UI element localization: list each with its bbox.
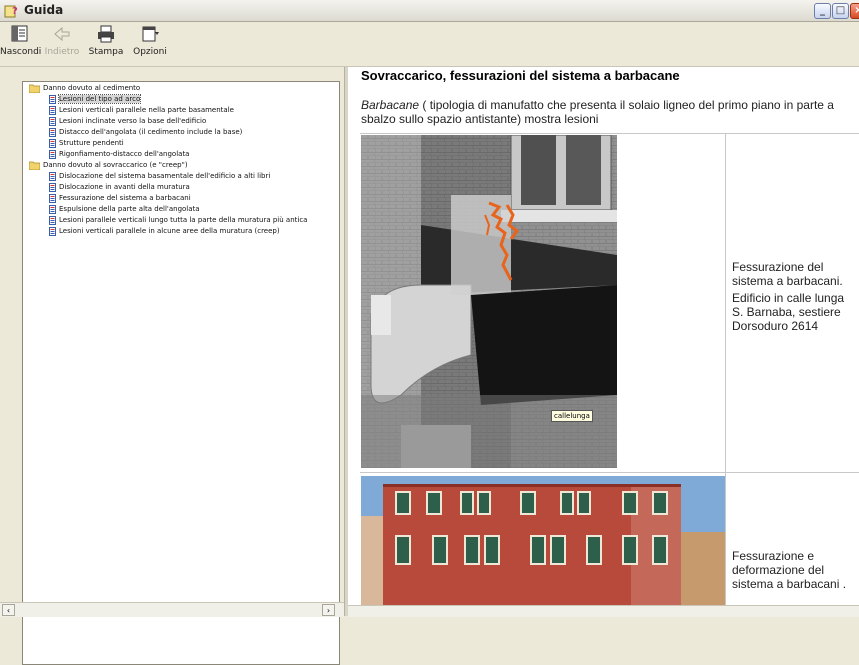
topic-heading: Sovraccarico, fessurazioni del sistema a… bbox=[361, 68, 680, 83]
facade-photo bbox=[361, 476, 725, 616]
tree-item[interactable]: Fessurazione del sistema a barbacani bbox=[49, 194, 191, 205]
topic-description: Barbacane ( tipologia di manufatto che p… bbox=[361, 98, 856, 126]
tree-item-label: Distacco dell'angolata (il cedimento inc… bbox=[59, 128, 243, 136]
tree-item[interactable]: Distacco dell'angolata (il cedimento inc… bbox=[49, 128, 242, 139]
title-bar: ? Guida _ □ × bbox=[0, 0, 859, 22]
topic-content: Sovraccarico, fessurazioni del sistema a… bbox=[348, 67, 859, 616]
topic-page-icon bbox=[49, 117, 56, 128]
scroll-right-icon[interactable]: › bbox=[322, 604, 335, 616]
tree-item-label: Rigonfiamento-distacco dell'angolata bbox=[59, 150, 190, 158]
back-arrow-icon bbox=[54, 26, 70, 42]
tree-folder[interactable]: Danno dovuto al cedimento bbox=[28, 84, 141, 95]
tree-item[interactable]: Lesioni verticali parallele in alcune ar… bbox=[49, 227, 280, 238]
tree-item[interactable]: Espulsione della parte alta dell'angolat… bbox=[49, 205, 200, 216]
content-horizontal-scrollbar[interactable] bbox=[348, 605, 859, 617]
topic-page-icon bbox=[49, 205, 56, 216]
help-app-icon: ? bbox=[4, 5, 18, 18]
tree-item-label: Dislocazione del sistema basamentale del… bbox=[59, 172, 271, 180]
options-icon bbox=[142, 26, 159, 42]
tree-item[interactable]: Lesioni verticali parallele nella parte … bbox=[49, 106, 234, 117]
tree-item-label: Lesioni parallele verticali lungo tutta … bbox=[59, 216, 308, 224]
description-term: Barbacane bbox=[361, 98, 420, 112]
folder-open-icon bbox=[28, 161, 41, 172]
description-text: ( tipologia di manufatto che presenta il… bbox=[361, 98, 834, 126]
printer-icon bbox=[98, 25, 114, 43]
tree-folder[interactable]: Danno dovuto al sovraccarico (e "creep") bbox=[28, 161, 188, 172]
hide-label: Nascondi bbox=[0, 47, 42, 57]
location-tag: callelunga bbox=[551, 410, 593, 422]
hide-button[interactable]: Nascondi bbox=[0, 24, 42, 57]
table-border bbox=[725, 133, 726, 616]
folder-open-icon bbox=[28, 84, 41, 95]
topic-page-icon bbox=[49, 216, 56, 227]
navigation-pane: Danno dovuto al cedimento Lesioni del tip… bbox=[0, 67, 344, 665]
tree-item-label: Lesioni del tipo ad arco bbox=[57, 94, 142, 104]
table-border bbox=[360, 472, 859, 473]
topic-page-icon bbox=[49, 183, 56, 194]
tree-item[interactable]: Lesioni inclinate verso la base dell'edi… bbox=[49, 117, 206, 128]
tree-item[interactable]: Lesioni parallele verticali lungo tutta … bbox=[49, 216, 307, 227]
facade-image bbox=[361, 476, 725, 616]
tree-item-label: Strutture pendenti bbox=[59, 139, 124, 147]
tree-item-label: Fessurazione del sistema a barbacani bbox=[59, 194, 191, 202]
topic-page-icon bbox=[49, 95, 56, 106]
table-border bbox=[360, 133, 859, 134]
close-button[interactable]: × bbox=[850, 3, 859, 19]
topic-page-icon bbox=[49, 194, 56, 205]
hide-pane-icon bbox=[11, 25, 28, 42]
tree-item-label: Dislocazione in avanti della muratura bbox=[59, 183, 190, 191]
tree-item[interactable]: Lesioni del tipo ad arco bbox=[49, 94, 142, 106]
toolbar: Nascondi Indietro Stampa Opzioni bbox=[0, 22, 859, 67]
tree-item[interactable]: Dislocazione del sistema basamentale del… bbox=[49, 172, 270, 183]
tree-item[interactable]: Dislocazione in avanti della muratura bbox=[49, 183, 190, 194]
tree-item[interactable]: Rigonfiamento-distacco dell'angolata bbox=[49, 150, 189, 161]
topic-tree: Danno dovuto al cedimento Lesioni del tip… bbox=[22, 81, 340, 665]
maximize-button[interactable]: □ bbox=[832, 3, 849, 19]
minimize-button[interactable]: _ bbox=[814, 3, 831, 19]
options-label: Opzioni bbox=[133, 47, 167, 57]
topic-page-icon bbox=[49, 139, 56, 150]
topic-page-icon bbox=[49, 106, 56, 117]
back-button[interactable]: Indietro bbox=[42, 24, 82, 57]
tree-horizontal-scrollbar[interactable]: ‹ › bbox=[0, 602, 344, 617]
topic-page-icon bbox=[49, 128, 56, 139]
tree-item[interactable]: Strutture pendenti bbox=[49, 139, 124, 150]
window-title: Guida bbox=[24, 3, 64, 17]
topic-page-icon bbox=[49, 227, 56, 238]
topic-page-icon bbox=[49, 150, 56, 161]
tree-folder-label: Danno dovuto al sovraccarico (e "creep") bbox=[43, 161, 188, 169]
photo2-caption: Fessurazione e deformazione del sistema … bbox=[732, 549, 847, 591]
tree-item-label: Espulsione della parte alta dell'angolat… bbox=[59, 205, 200, 213]
back-label: Indietro bbox=[44, 47, 80, 57]
barbacane-photo: callelunga bbox=[361, 135, 617, 468]
svg-text:?: ? bbox=[12, 6, 18, 17]
print-button[interactable]: Stampa bbox=[86, 24, 126, 57]
photo1-caption-a: Fessurazione del sistema a barbacani. bbox=[732, 260, 843, 288]
topic-page-icon bbox=[49, 172, 56, 183]
print-label: Stampa bbox=[88, 47, 124, 57]
options-button[interactable]: Opzioni bbox=[128, 24, 172, 57]
tree-item-label: Lesioni verticali parallele nella parte … bbox=[59, 106, 234, 114]
tree-folder-label: Danno dovuto al cedimento bbox=[43, 84, 141, 92]
scroll-left-icon[interactable]: ‹ bbox=[2, 604, 15, 616]
tree-item-label: Lesioni inclinate verso la base dell'edi… bbox=[59, 117, 207, 125]
photo1-caption-b: Edificio in calle lunga S. Barnaba, sest… bbox=[732, 291, 845, 333]
tree-item-label: Lesioni verticali parallele in alcune ar… bbox=[59, 227, 280, 235]
